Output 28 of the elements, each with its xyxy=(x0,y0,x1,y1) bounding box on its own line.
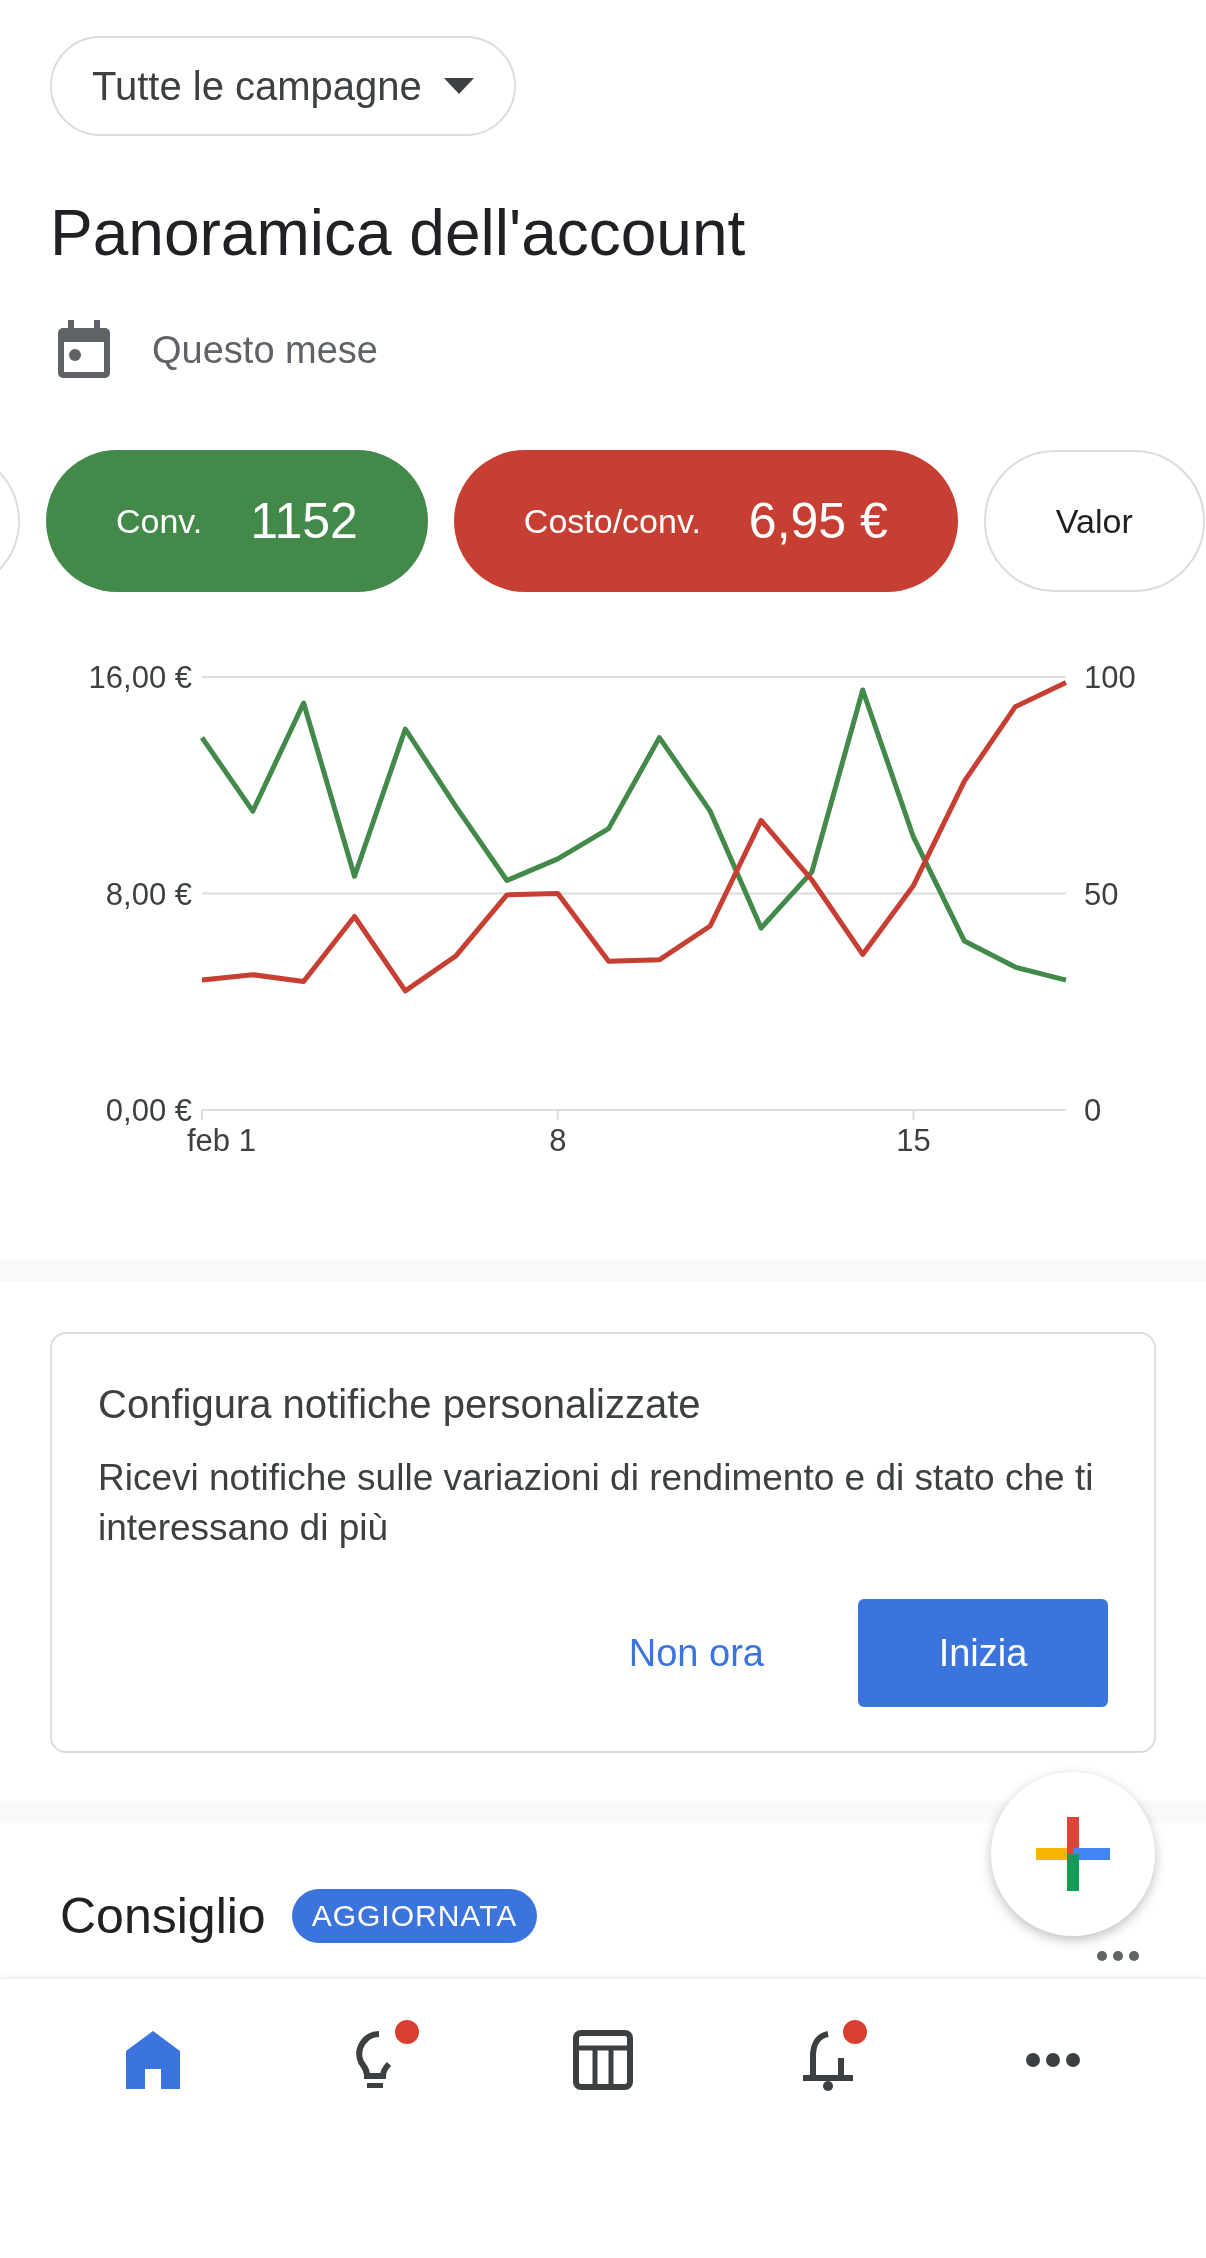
dismiss-button[interactable]: Non ora xyxy=(578,1599,814,1707)
axis-label: 15 xyxy=(896,1123,931,1158)
metric-chip[interactable]: Valor xyxy=(983,450,1205,592)
metric-chip[interactable]: Costo/conv. 6,95 € xyxy=(453,450,958,592)
start-button[interactable]: Inizia xyxy=(858,1599,1108,1707)
bell-icon xyxy=(801,2028,856,2092)
campaign-dropdown[interactable]: Tutte le campagne xyxy=(50,36,516,136)
axis-label: 16,00 € xyxy=(88,660,192,695)
metric-chip[interactable]: Conv. 1152 xyxy=(46,450,428,592)
home-icon xyxy=(125,2031,180,2089)
date-range-button[interactable]: Questo mese xyxy=(50,320,378,380)
more-icon xyxy=(1026,2053,1081,2067)
table-icon xyxy=(572,2030,633,2090)
axis-label: 0 xyxy=(1084,1093,1102,1128)
card-title: Configura notifiche personalizzate xyxy=(98,1382,702,1427)
add-button[interactable] xyxy=(991,1772,1155,1936)
plus-icon xyxy=(1036,1817,1110,1891)
section-title: Consiglio xyxy=(60,1887,266,1945)
card-text: Ricevi notifiche sulle variazioni di rendimento e di stato che ti interessano di più xyxy=(98,1456,1095,1550)
caret-icon xyxy=(443,78,474,94)
axis-label: 100 xyxy=(1084,660,1136,695)
axis-label: 8 xyxy=(549,1123,567,1158)
axis-label: 50 xyxy=(1084,876,1119,912)
status-badge: AGGIORNATA xyxy=(291,1889,538,1943)
axis-label: 8,00 € xyxy=(105,876,192,912)
calendar-icon xyxy=(56,320,112,380)
more-icon[interactable] xyxy=(1096,1950,1140,1962)
page-title: Panoramica dell'account xyxy=(50,196,746,270)
